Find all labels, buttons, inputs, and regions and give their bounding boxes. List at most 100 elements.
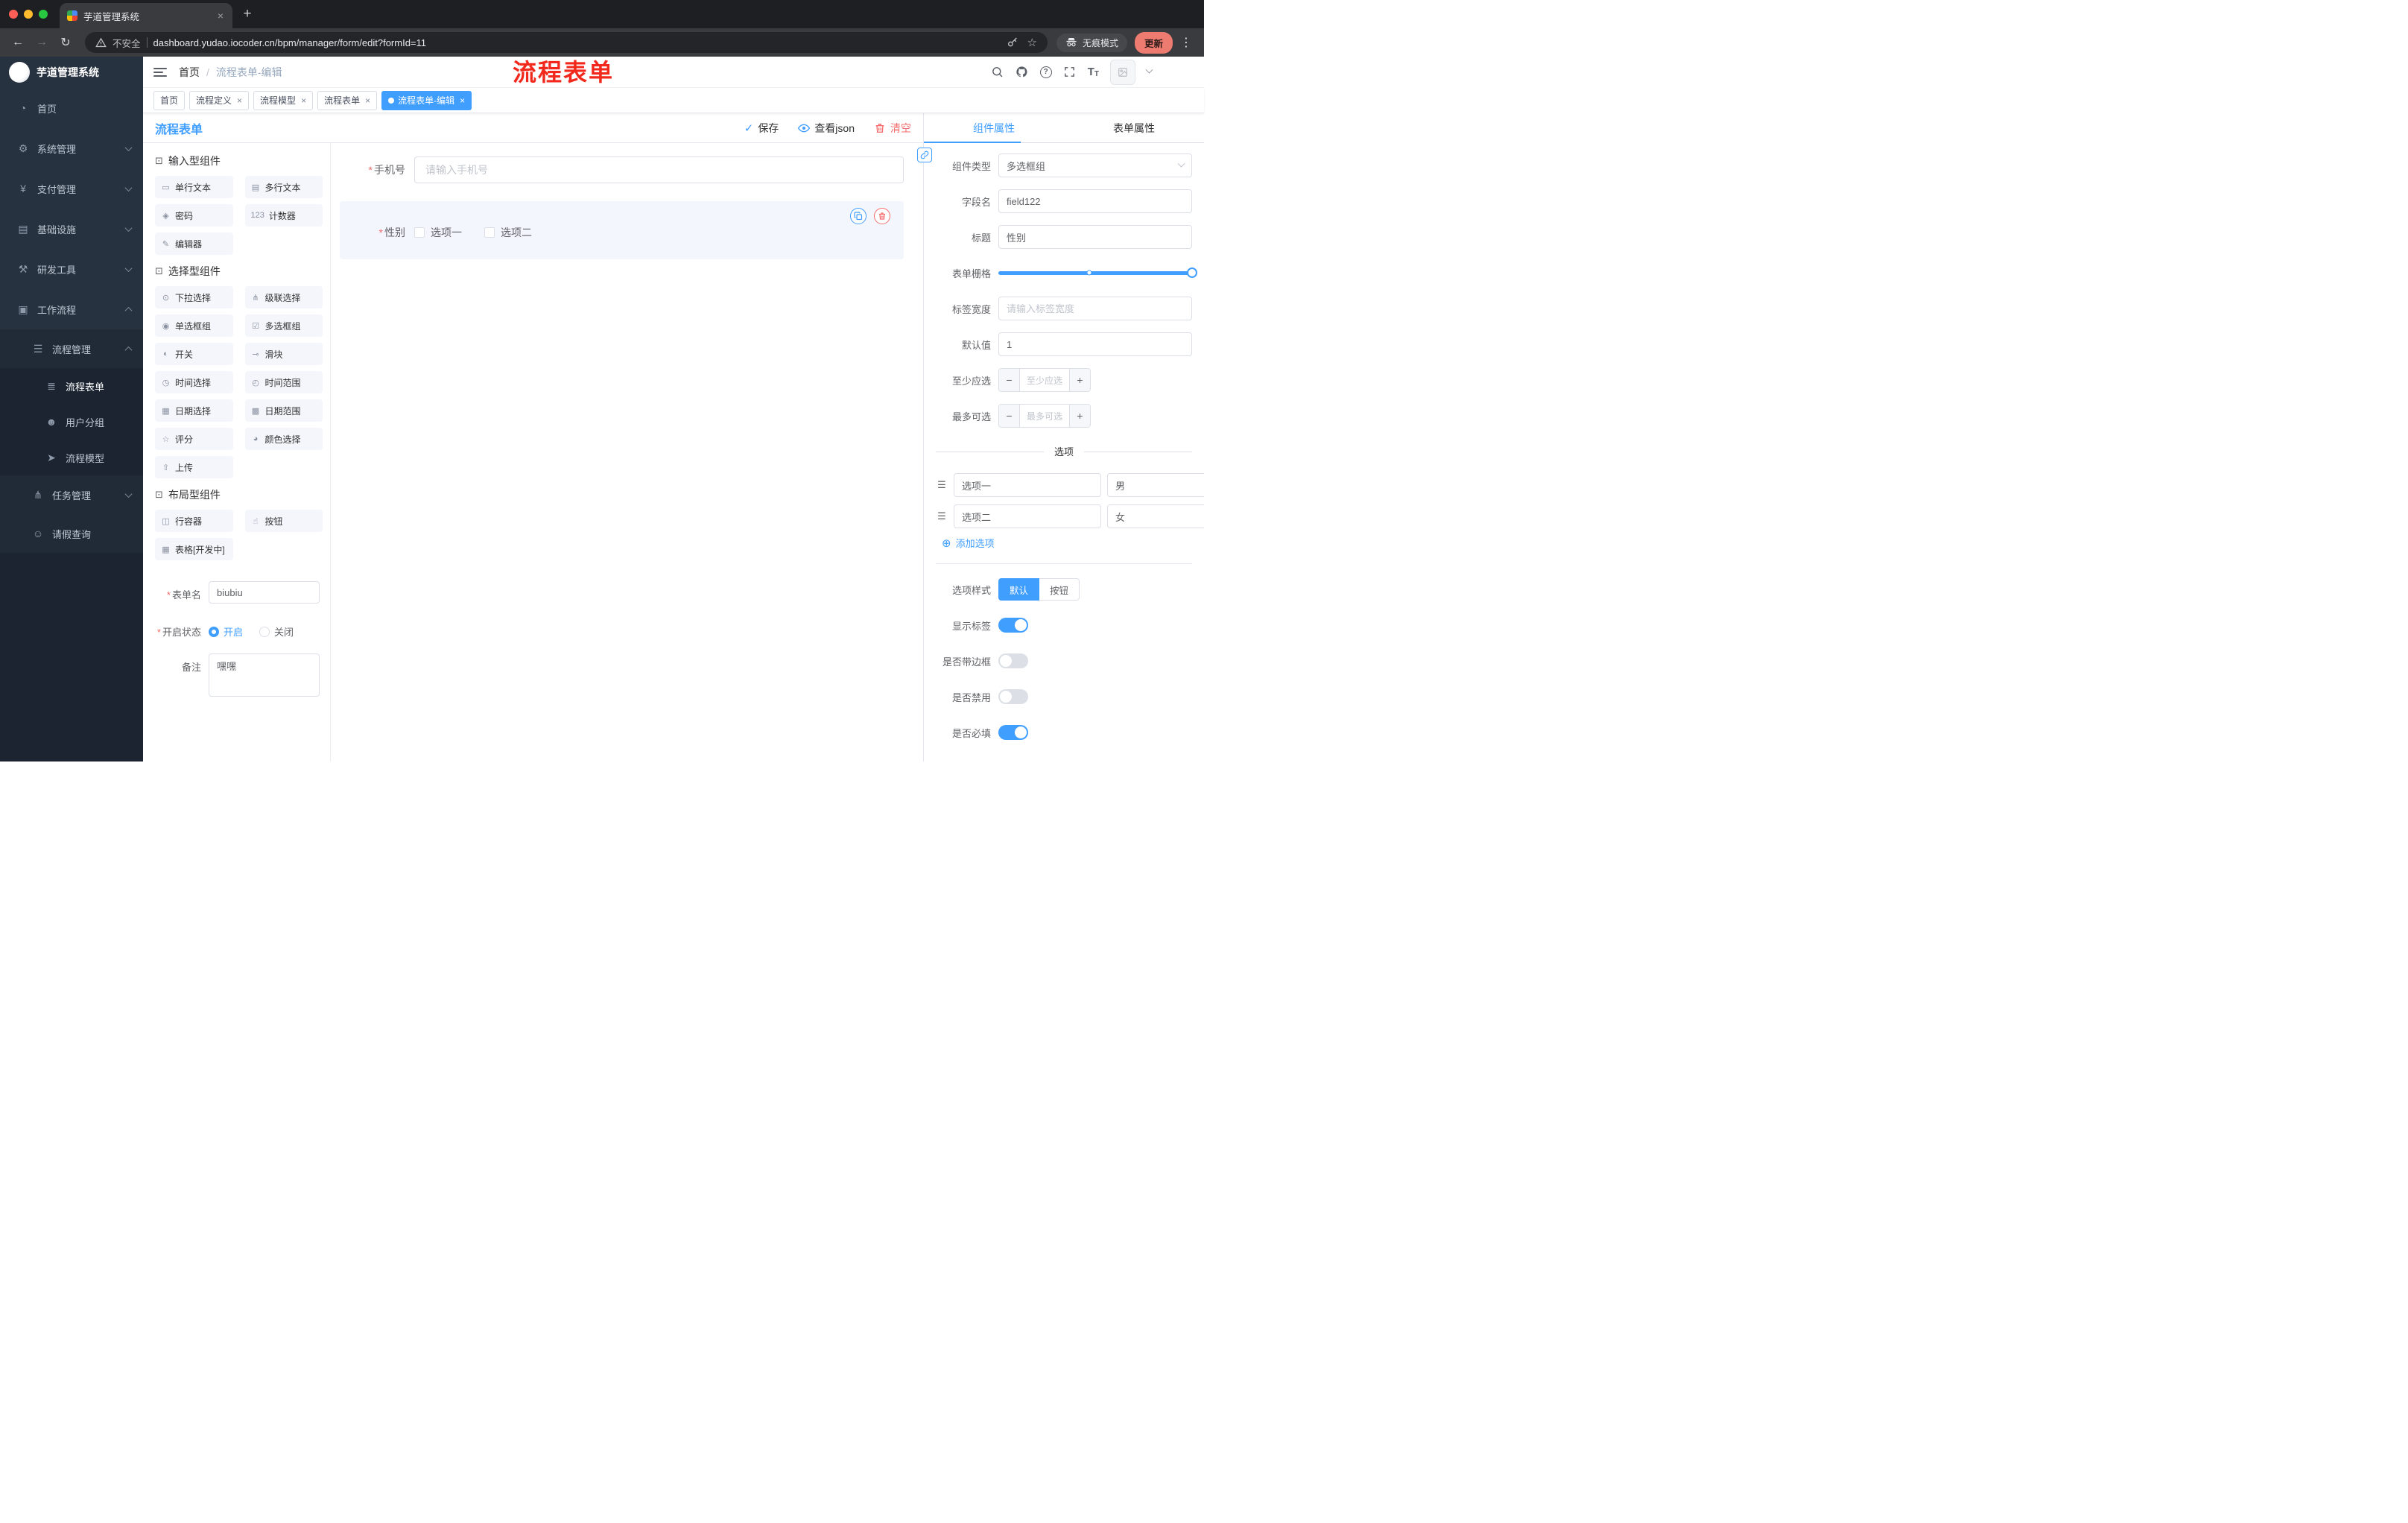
palette-item[interactable]: ☑ 多选框组 (244, 314, 323, 337)
field-name-input[interactable] (998, 189, 1192, 213)
decrement-button[interactable]: − (999, 369, 1020, 391)
font-size-icon[interactable]: TT (1088, 66, 1099, 78)
component-type-select[interactable]: 多选框组 (998, 153, 1192, 177)
tag-chip-home[interactable]: 首页 (153, 90, 186, 110)
url-text[interactable]: dashboard.yudao.iocoder.cn/bpm/manager/f… (153, 37, 1001, 48)
close-icon[interactable]: × (365, 95, 370, 106)
forward-icon[interactable]: → (31, 32, 52, 53)
palette-item[interactable]: ▦ 表格[开发中] (155, 538, 233, 560)
avatar-caret-icon[interactable] (1145, 66, 1153, 74)
phone-input[interactable] (414, 156, 904, 183)
decrement-button[interactable]: − (999, 405, 1020, 427)
sidebar-item-workflow[interactable]: ▣ 工作流程 (0, 289, 143, 329)
checkbox-option-2[interactable]: 选项二 (484, 225, 532, 240)
view-json-button[interactable]: 查看json (798, 121, 855, 136)
close-icon[interactable]: × (460, 95, 465, 106)
sidebar-item-process-model[interactable]: ➤ 流程模型 (0, 440, 143, 475)
palette-item[interactable]: ◫ 行容器 (155, 510, 233, 532)
palette-item[interactable]: ⋔ 级联选择 (244, 286, 323, 308)
form-canvas[interactable]: * 手机号 请输入手机号 * 性别 选项一 选项二 (331, 143, 923, 762)
sidebar-item-leave-query[interactable]: ☺ 请假查询 (0, 514, 143, 553)
phone-field-row[interactable]: * 手机号 (340, 156, 904, 183)
zoom-window-button[interactable] (39, 10, 48, 19)
sidebar-item-infrastructure[interactable]: ▤ 基础设施 (0, 209, 143, 249)
fullscreen-icon[interactable] (1063, 66, 1077, 79)
radio-open[interactable]: 开启 (209, 624, 243, 639)
palette-item[interactable]: ⊸ 滑块 (244, 343, 323, 365)
security-label[interactable]: 不安全 (113, 36, 141, 50)
palette-item[interactable]: ▦ 日期选择 (155, 399, 233, 422)
title-input[interactable] (998, 225, 1192, 249)
help-icon[interactable]: ? (1039, 66, 1052, 78)
option-name-input[interactable] (954, 504, 1101, 528)
palette-item[interactable]: ⊙ 下拉选择 (155, 286, 233, 308)
default-value-input[interactable] (998, 332, 1192, 356)
address-bar[interactable]: 不安全 dashboard.yudao.iocoder.cn/bpm/manag… (85, 32, 1048, 53)
tab-component-props[interactable]: 组件属性 (924, 113, 1064, 142)
palette-item[interactable]: ☝ 按钮 (244, 510, 323, 532)
hamburger-icon[interactable] (153, 67, 167, 77)
tag-chip-process-form-edit[interactable]: 流程表单-编辑 × (381, 90, 472, 110)
palette-item[interactable]: ◴ 时间范围 (244, 371, 323, 393)
palette-item[interactable]: ◉ 单选框组 (155, 314, 233, 337)
tab-form-props[interactable]: 表单属性 (1064, 113, 1204, 142)
sidebar-item-process-form[interactable]: ≣ 流程表单 (0, 368, 143, 404)
reload-icon[interactable]: ↻ (55, 32, 76, 53)
palette-item[interactable]: ▭ 单行文本 (155, 176, 233, 198)
disabled-toggle[interactable] (998, 689, 1028, 704)
palette-item[interactable]: ✎ 编辑器 (155, 232, 233, 255)
close-icon[interactable]: × (301, 95, 306, 106)
close-window-button[interactable] (9, 10, 18, 19)
sidebar-item-process-management[interactable]: ☰ 流程管理 (0, 329, 143, 368)
minimize-window-button[interactable] (24, 10, 33, 19)
avatar[interactable] (1110, 59, 1135, 85)
max-select-value[interactable]: 最多可选 (1020, 405, 1069, 427)
label-width-input[interactable] (998, 297, 1192, 320)
palette-item[interactable]: ☆ 评分 (155, 428, 233, 450)
drag-handle-icon[interactable]: ☰ (936, 479, 948, 491)
sidebar-item-system-management[interactable]: ⚙ 系统管理 (0, 128, 143, 168)
slider-track[interactable] (998, 267, 1197, 278)
slider-handle[interactable] (1187, 267, 1197, 278)
github-icon[interactable] (1016, 66, 1029, 79)
save-button[interactable]: ✓ 保存 (744, 121, 779, 136)
palette-item[interactable]: ⇧ 上传 (155, 456, 233, 478)
bookmark-star-icon[interactable]: ☆ (1027, 36, 1037, 49)
sidebar-item-home[interactable]: ◔ 首页 (0, 88, 143, 128)
link-button[interactable] (917, 148, 932, 162)
password-key-icon[interactable] (1007, 37, 1018, 48)
tab-close-icon[interactable]: × (216, 10, 225, 22)
tag-chip-process-definition[interactable]: 流程定义 × (189, 90, 250, 110)
palette-item[interactable]: ◷ 时间选择 (155, 371, 233, 393)
form-remark-textarea[interactable]: 嘿嘿 (209, 653, 320, 697)
clear-button[interactable]: 清空 (874, 121, 911, 136)
min-select-value[interactable]: 至少应选 (1020, 369, 1069, 391)
palette-item[interactable]: ◐ 开关 (155, 343, 233, 365)
sidebar-item-dev-tools[interactable]: ⚒ 研发工具 (0, 249, 143, 289)
palette-item[interactable]: ▩ 日期范围 (244, 399, 323, 422)
option-value-input[interactable] (1107, 473, 1204, 497)
option-name-input[interactable] (954, 473, 1101, 497)
style-button-button[interactable]: 按钮 (1039, 578, 1080, 601)
increment-button[interactable]: + (1069, 405, 1090, 427)
sidebar-item-user-group[interactable]: ☻ 用户分组 (0, 404, 143, 440)
palette-item[interactable]: 123 计数器 (244, 204, 323, 227)
delete-widget-button[interactable] (874, 208, 890, 224)
breadcrumb-home[interactable]: 首页 (179, 65, 200, 80)
show-label-toggle[interactable] (998, 618, 1028, 633)
palette-item[interactable]: ◈ 密码 (155, 204, 233, 227)
palette-item[interactable]: ▤ 多行文本 (244, 176, 323, 198)
copy-widget-button[interactable] (850, 208, 866, 224)
browser-tab[interactable]: 芋道管理系统 × (60, 3, 232, 28)
required-toggle[interactable] (998, 725, 1028, 740)
grid-slider[interactable] (998, 261, 1197, 285)
sidebar-item-payment-management[interactable]: ¥ 支付管理 (0, 168, 143, 209)
sidebar-item-task-management[interactable]: ⋔ 任务管理 (0, 475, 143, 514)
form-name-input[interactable] (209, 581, 320, 604)
search-icon[interactable] (991, 66, 1004, 79)
border-toggle[interactable] (998, 653, 1028, 668)
add-option-button[interactable]: ⊕ 添加选项 (942, 536, 1192, 550)
drag-handle-icon[interactable]: ☰ (936, 510, 948, 522)
palette-item[interactable]: ◕ 颜色选择 (244, 428, 323, 450)
radio-closed[interactable]: 关闭 (259, 624, 294, 639)
